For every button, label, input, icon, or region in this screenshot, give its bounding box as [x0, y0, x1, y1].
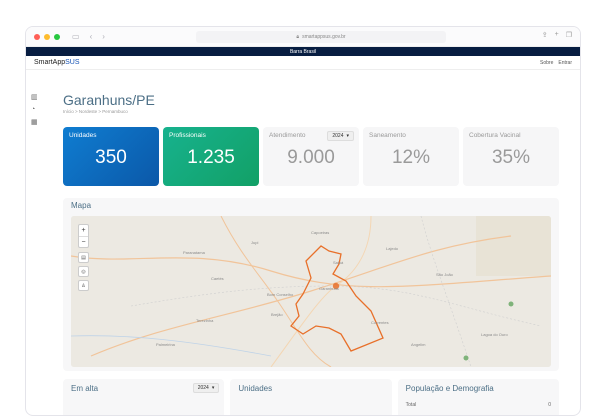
page-title: Garanhuns/PE: [63, 92, 155, 108]
address-text: smartappsus.gov.br: [302, 34, 346, 40]
year-select-value: 2024: [332, 133, 344, 139]
new-tab-icon[interactable]: +: [555, 31, 559, 39]
map-canvas[interactable]: Capoeiras Garanhuns Saloá Jupi Lajedo Bo…: [71, 216, 551, 367]
browser-window: ▭ ‹ › 🔒︎ smartappsus.gov.br ⇪ + ❐ Barra …: [25, 26, 581, 416]
map-place-label: Lagoa do Ouro: [481, 332, 508, 337]
app-header: SmartAppSUS Sobre Entrar: [26, 56, 580, 70]
breadcrumb[interactable]: Início > Nordeste > Pernambuco: [63, 109, 559, 114]
card-label: Unidades: [69, 132, 97, 139]
demography-row-value: 0: [548, 402, 551, 408]
person-icon[interactable]: ♙: [78, 280, 89, 291]
zoom-in-button[interactable]: +: [79, 225, 88, 236]
map-park: [508, 301, 514, 307]
brand-app: App: [52, 59, 66, 66]
chart-icon[interactable]: ◔: [31, 106, 38, 113]
map-park: [463, 355, 469, 361]
year-select-value: 2024: [197, 385, 209, 391]
map-place-label: Bom Conselho: [267, 292, 294, 297]
minimize-window-button[interactable]: [44, 33, 50, 40]
brand-sus: SUS: [65, 59, 80, 66]
map-place-label: Paranatama: [183, 250, 206, 255]
map-place-label: Lajedo: [386, 246, 399, 251]
map-place-label: Jupi: [251, 240, 258, 245]
trending-panel: Em alta 2024 ▾: [63, 379, 225, 415]
map-view[interactable]: Capoeiras Garanhuns Saloá Jupi Lajedo Bo…: [71, 216, 551, 367]
brand-smart: Smart: [34, 59, 53, 66]
units-title: Unidades: [238, 384, 273, 393]
map-place-label: Capoeiras: [311, 230, 329, 235]
map-place-label: Correntes: [371, 320, 389, 325]
card-value: 12%: [391, 147, 431, 168]
sidebar: ▥ ◔ ▦: [31, 93, 38, 126]
card-value: 350: [95, 147, 127, 168]
gov-bar-label: Barra Brasil: [289, 48, 317, 55]
map-icon[interactable]: ▥: [31, 93, 38, 101]
map-place-label: Angelim: [411, 342, 426, 347]
zoom-control: + −: [78, 224, 89, 248]
card-units[interactable]: Unidades 350: [63, 127, 159, 186]
card-value: 35%: [491, 147, 531, 168]
demography-row-label: Total: [405, 402, 417, 408]
map-title: Mapa: [71, 201, 92, 210]
map-place-label: Brejão: [271, 312, 283, 317]
share-icon[interactable]: ⇪: [542, 31, 548, 39]
grid-icon[interactable]: ▦: [31, 118, 38, 126]
map-place-label: Palmeirina: [156, 342, 176, 347]
lock-icon: 🔒︎: [296, 34, 300, 40]
demography-panel: População e Demografia Total 0: [397, 379, 559, 415]
zoom-out-button[interactable]: −: [79, 236, 88, 247]
forward-icon[interactable]: ›: [102, 32, 105, 41]
card-label: Saneamento: [369, 132, 406, 139]
card-attendance[interactable]: Atendimento 2024 ▾ 9.000: [263, 127, 359, 186]
gov-bar[interactable]: Barra Brasil: [26, 47, 580, 56]
tabs-overview-icon[interactable]: ❐: [566, 31, 572, 39]
units-panel: Unidades: [230, 379, 392, 415]
map-place-label: Saloá: [333, 260, 344, 265]
map-region-shade: [476, 216, 551, 276]
map-place-label: Terezinha: [196, 318, 214, 323]
layers-icon[interactable]: ▤: [78, 252, 89, 263]
card-label: Profissionais: [169, 132, 206, 139]
bottom-panels: Em alta 2024 ▾ Unidades População e Demo…: [63, 379, 559, 415]
map-place-label: Caetés: [211, 276, 224, 281]
address-bar[interactable]: 🔒︎ smartappsus.gov.br: [196, 31, 446, 43]
maximize-window-button[interactable]: [54, 33, 60, 40]
trending-year-select[interactable]: 2024 ▾: [192, 383, 220, 393]
demography-title: População e Demografia: [405, 384, 494, 393]
map-panel: Mapa Capoeiras Garanhuns Saloá Jupi Laje…: [63, 198, 559, 371]
browser-toolbar: ▭ ‹ › 🔒︎ smartappsus.gov.br ⇪ + ❐: [26, 27, 580, 47]
main-content: Garanhuns/PE Início > Nordeste > Pernamb…: [63, 91, 559, 415]
chevron-down-icon: ▾: [346, 133, 349, 139]
card-value: 9.000: [287, 147, 335, 168]
card-professionals[interactable]: Profissionais 1.235: [163, 127, 259, 186]
demography-row: Total 0: [406, 402, 551, 408]
close-window-button[interactable]: [34, 33, 40, 40]
sidebar-toggle-icon[interactable]: ▭: [72, 32, 80, 41]
year-select[interactable]: 2024 ▾: [327, 131, 354, 141]
map-place-label: Garanhuns: [319, 286, 339, 291]
card-label: Cobertura Vacinal: [469, 132, 521, 139]
nav-about-link[interactable]: Sobre: [540, 60, 553, 66]
card-vaccination[interactable]: Cobertura Vacinal 35%: [463, 127, 559, 186]
map-place-label: São João: [436, 272, 454, 277]
chevron-down-icon: ▾: [211, 385, 215, 391]
card-value: 1.235: [187, 147, 235, 168]
locate-icon[interactable]: ◎: [78, 266, 89, 277]
app-logo[interactable]: SmartAppSUS: [34, 59, 80, 66]
back-icon[interactable]: ‹: [90, 32, 93, 41]
card-sanitation[interactable]: Saneamento 12%: [363, 127, 459, 186]
nav-login-link[interactable]: Entrar: [558, 60, 572, 66]
stats-cards: Unidades 350 Profissionais 1.235 Atendim…: [63, 127, 559, 186]
